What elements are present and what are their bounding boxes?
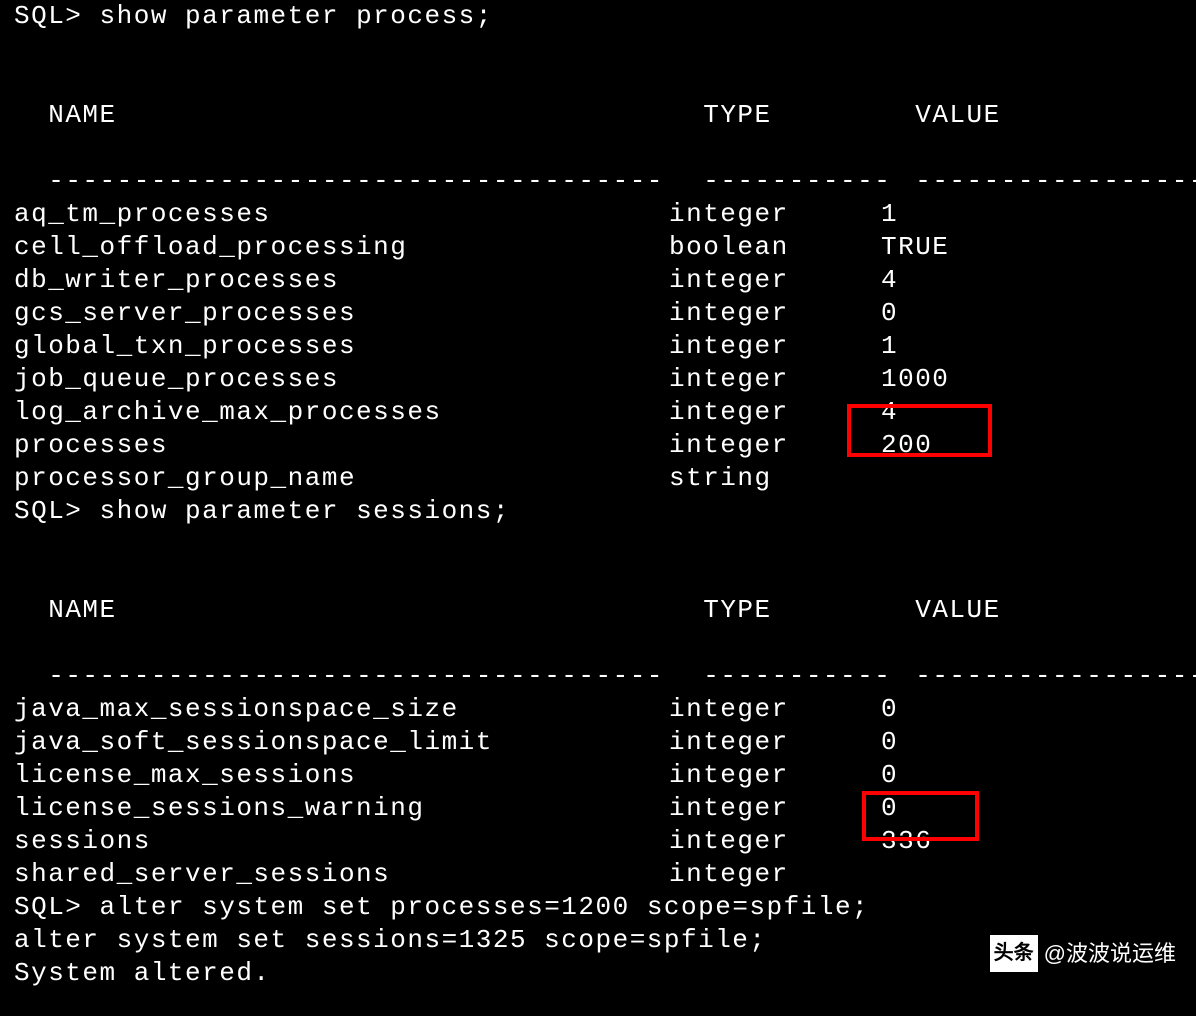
command-text: show parameter sessions; bbox=[100, 495, 510, 528]
table-row: global_txn_processesinteger1 bbox=[14, 330, 1182, 363]
command-line-1: SQL> show parameter process; bbox=[14, 0, 1182, 33]
param-value: 0 bbox=[881, 693, 898, 726]
command-line-2: SQL> show parameter sessions; bbox=[14, 495, 1182, 528]
param-value: 1000 bbox=[881, 363, 949, 396]
table-row: license_max_sessionsinteger0 bbox=[14, 759, 1182, 792]
divider-name: ------------------------------------ bbox=[48, 165, 703, 198]
param-value: 4 bbox=[881, 264, 898, 297]
blank-line bbox=[14, 33, 1182, 66]
space bbox=[82, 891, 99, 924]
param-value: 1 bbox=[881, 330, 898, 363]
param-type: integer bbox=[669, 363, 881, 396]
param-type: integer bbox=[669, 297, 881, 330]
param-name: processes bbox=[14, 429, 669, 462]
table-row: db_writer_processesinteger4 bbox=[14, 264, 1182, 297]
table2-header: NAMETYPEVALUE bbox=[14, 561, 1182, 627]
param-type: integer bbox=[669, 198, 881, 231]
table1-divider: ----------------------------------------… bbox=[14, 132, 1182, 198]
table-row: license_sessions_warninginteger0 bbox=[14, 792, 1182, 825]
table-row: java_soft_sessionspace_limitinteger0 bbox=[14, 726, 1182, 759]
param-value: 1 bbox=[881, 198, 898, 231]
param-name: license_max_sessions bbox=[14, 759, 669, 792]
space bbox=[82, 495, 99, 528]
result-text: System altered. bbox=[14, 957, 271, 990]
param-name: shared_server_sessions bbox=[14, 858, 669, 891]
param-name: java_soft_sessionspace_limit bbox=[14, 726, 669, 759]
divider-value: ------------------ bbox=[915, 660, 1196, 693]
table-row: processor_group_namestring bbox=[14, 462, 1182, 495]
table1-body: aq_tm_processesinteger1cell_offload_proc… bbox=[14, 198, 1182, 495]
param-type: integer bbox=[669, 858, 881, 891]
blank-line bbox=[14, 528, 1182, 561]
divider-name: ------------------------------------ bbox=[48, 660, 703, 693]
table1-header: NAMETYPEVALUE bbox=[14, 66, 1182, 132]
table2-body: java_max_sessionspace_sizeinteger0java_s… bbox=[14, 693, 1182, 891]
param-name: java_max_sessionspace_size bbox=[14, 693, 669, 726]
command-line-3: SQL> alter system set processes=1200 sco… bbox=[14, 891, 1182, 924]
table-row: processesinteger200 bbox=[14, 429, 1182, 462]
watermark: 头条 @波波说运维 bbox=[990, 935, 1176, 972]
param-type: integer bbox=[669, 825, 881, 858]
param-type: integer bbox=[669, 330, 881, 363]
param-type: boolean bbox=[669, 231, 881, 264]
param-name: aq_tm_processes bbox=[14, 198, 669, 231]
table-row: job_queue_processesinteger1000 bbox=[14, 363, 1182, 396]
header-name: NAME bbox=[48, 594, 703, 627]
divider-type: ----------- bbox=[703, 660, 915, 693]
command-text: show parameter process; bbox=[100, 0, 493, 33]
param-type: string bbox=[669, 462, 881, 495]
table-row: shared_server_sessionsinteger bbox=[14, 858, 1182, 891]
table-row: gcs_server_processesinteger0 bbox=[14, 297, 1182, 330]
header-name: NAME bbox=[48, 99, 703, 132]
table-row: java_max_sessionspace_sizeinteger0 bbox=[14, 693, 1182, 726]
watermark-text: @波波说运维 bbox=[1044, 937, 1176, 970]
param-value: 0 bbox=[881, 759, 898, 792]
highlight-processes-value bbox=[847, 404, 992, 457]
sql-prompt: SQL> bbox=[14, 891, 82, 924]
param-name: cell_offload_processing bbox=[14, 231, 669, 264]
divider-value: ------------------ bbox=[915, 165, 1196, 198]
table-row: log_archive_max_processesinteger4 bbox=[14, 396, 1182, 429]
param-name: sessions bbox=[14, 825, 669, 858]
param-name: global_txn_processes bbox=[14, 330, 669, 363]
table-row: cell_offload_processingbooleanTRUE bbox=[14, 231, 1182, 264]
table2-divider: ----------------------------------------… bbox=[14, 627, 1182, 693]
sql-prompt: SQL> bbox=[14, 495, 82, 528]
header-value: VALUE bbox=[915, 99, 1001, 132]
command-text: alter system set processes=1200 scope=sp… bbox=[100, 891, 870, 924]
param-value: TRUE bbox=[881, 231, 949, 264]
header-type: TYPE bbox=[703, 594, 915, 627]
param-type: integer bbox=[669, 726, 881, 759]
highlight-sessions-value bbox=[862, 791, 979, 841]
table-row: sessionsinteger336 bbox=[14, 825, 1182, 858]
divider-type: ----------- bbox=[703, 165, 915, 198]
param-value: 0 bbox=[881, 726, 898, 759]
param-name: log_archive_max_processes bbox=[14, 396, 669, 429]
space bbox=[82, 0, 99, 33]
header-value: VALUE bbox=[915, 594, 1001, 627]
param-type: integer bbox=[669, 792, 881, 825]
header-type: TYPE bbox=[703, 99, 915, 132]
command-text: alter system set sessions=1325 scope=spf… bbox=[14, 924, 767, 957]
sql-prompt: SQL> bbox=[14, 0, 82, 33]
param-name: job_queue_processes bbox=[14, 363, 669, 396]
param-name: gcs_server_processes bbox=[14, 297, 669, 330]
param-type: integer bbox=[669, 759, 881, 792]
param-type: integer bbox=[669, 264, 881, 297]
param-name: processor_group_name bbox=[14, 462, 669, 495]
param-name: license_sessions_warning bbox=[14, 792, 669, 825]
table-row: aq_tm_processesinteger1 bbox=[14, 198, 1182, 231]
param-value: 0 bbox=[881, 297, 898, 330]
param-name: db_writer_processes bbox=[14, 264, 669, 297]
watermark-badge: 头条 bbox=[990, 935, 1038, 972]
param-type: integer bbox=[669, 693, 881, 726]
